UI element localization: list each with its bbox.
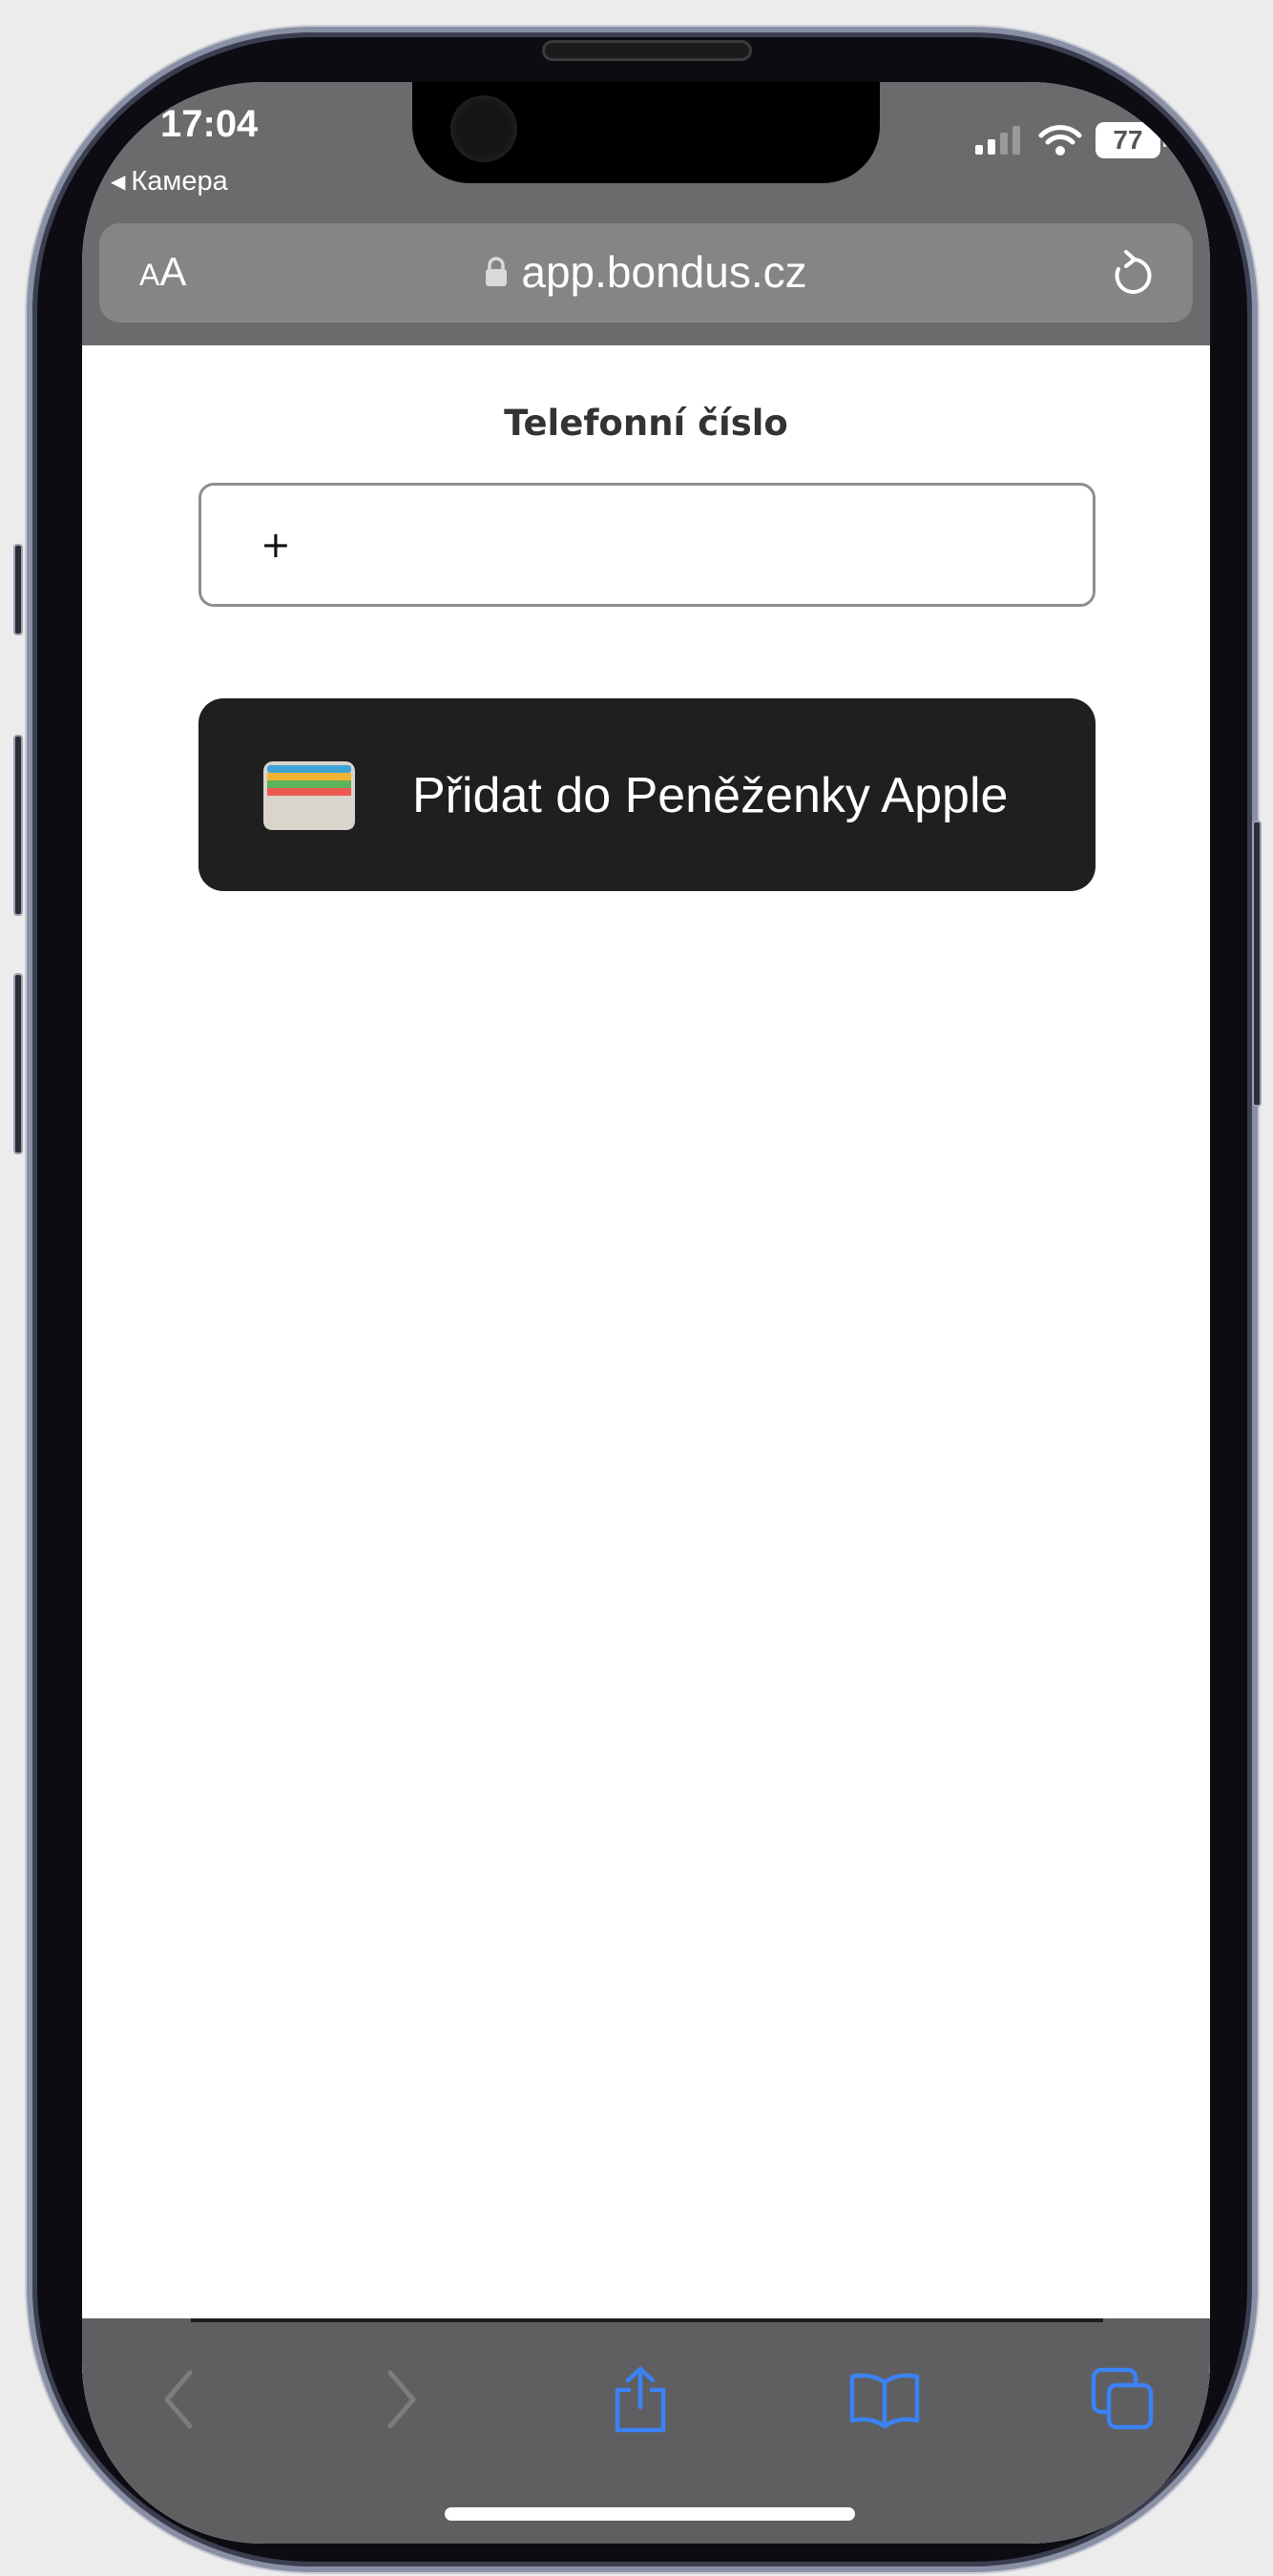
forward-button[interactable] (359, 2357, 445, 2442)
mute-switch (13, 544, 23, 635)
browser-bottom-toolbar (82, 2318, 1210, 2544)
phone-number-input[interactable] (198, 483, 1096, 607)
back-triangle-icon: ◀ (111, 171, 126, 193)
home-indicator[interactable] (445, 2507, 855, 2521)
cellular-signal-icon (975, 126, 1020, 155)
battery-indicator: 77 (1096, 122, 1168, 158)
phone-number-label: Telefonní číslo (504, 403, 788, 444)
status-time: 17:04 (160, 103, 259, 145)
status-icons: 77 (975, 122, 1168, 158)
toolbar-divider (191, 2318, 1103, 2322)
lock-icon (486, 257, 508, 286)
volume-down-button (13, 973, 23, 1154)
url-display[interactable]: app.bondus.cz (99, 246, 1193, 298)
wallet-button-label: Přidat do Peněženky Apple (412, 768, 1009, 823)
web-page: Telefonní číslo Přidat do Peněženky Appl… (82, 345, 1210, 2400)
tabs-icon (1091, 2367, 1154, 2430)
front-camera (450, 95, 517, 162)
browser-top-chrome: 17:04 ◀ Камера 77 AA app.bondus.cz (82, 82, 1210, 345)
back-app-label: Камера (131, 166, 228, 197)
screen: 17:04 ◀ Камера 77 AA app.bondus.cz Telef… (82, 82, 1210, 2544)
bookmarks-button[interactable] (842, 2357, 928, 2442)
reload-icon[interactable] (1111, 248, 1155, 298)
tabs-button[interactable] (1080, 2357, 1166, 2442)
chevron-left-icon (164, 2370, 193, 2429)
apple-wallet-icon (263, 761, 355, 830)
url-text: app.bondus.cz (521, 247, 807, 297)
book-icon (849, 2373, 920, 2428)
power-button (1252, 821, 1262, 1107)
share-icon (615, 2366, 666, 2433)
back-to-app-link[interactable]: ◀ Камера (111, 166, 228, 197)
volume-up-button (13, 735, 23, 916)
address-bar[interactable]: AA app.bondus.cz (99, 223, 1193, 322)
earpiece-speaker (542, 40, 752, 61)
add-to-apple-wallet-button[interactable]: Přidat do Peněženky Apple (198, 698, 1096, 891)
chevron-right-icon (387, 2370, 416, 2429)
back-button[interactable] (136, 2357, 221, 2442)
wifi-icon (1038, 125, 1082, 156)
share-button[interactable] (597, 2357, 683, 2442)
